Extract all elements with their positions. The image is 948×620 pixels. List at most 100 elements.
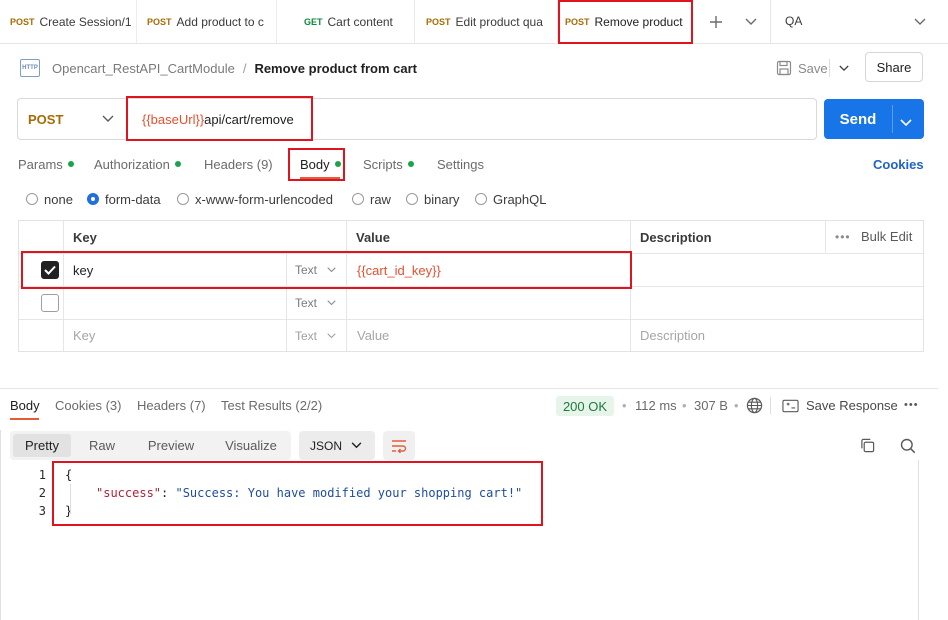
tab-settings[interactable]: Settings [437,155,484,173]
row-checkbox[interactable] [41,294,59,312]
copy-icon[interactable] [860,438,875,456]
breadcrumb: HTTP Opencart_RestAPI_CartModule / Remov… [20,58,417,78]
status-badge[interactable]: 200 OK [556,396,614,416]
wrap-lines-icon[interactable] [383,431,415,460]
panel-edge [0,430,1,620]
view-mode-raw[interactable]: Raw [73,434,131,457]
save-options-chevron-icon[interactable] [836,60,852,76]
view-mode-visualize[interactable]: Visualize [214,434,288,457]
tab-label: Scripts [363,156,403,172]
radio-none[interactable]: none [26,192,73,207]
type-label: Text [295,328,318,343]
tab-authorization[interactable]: Authorization [94,155,181,173]
url-divider [126,107,127,131]
bulk-edit-button[interactable]: Bulk Edit [861,229,912,244]
radio-binary[interactable]: binary [406,192,459,207]
tab-title: Edit product qua [455,14,543,29]
more-options-icon[interactable]: ••• [904,399,919,411]
share-button[interactable]: Share [865,52,923,82]
tab-params[interactable]: Params [18,155,74,173]
type-label: Text [295,263,318,277]
response-time[interactable]: 112 ms [635,398,677,413]
status-dot [334,161,341,167]
page-title[interactable]: Remove product from cart [254,61,417,76]
tab-body[interactable]: Body [300,155,341,173]
row-checkbox[interactable] [41,261,59,279]
json-key: "success" [96,486,162,500]
type-select[interactable]: Text [295,254,336,286]
chevron-down-icon [327,267,336,273]
format-select[interactable]: JSON [299,431,375,460]
send-options-chevron-icon[interactable] [900,115,912,130]
view-mode-preview[interactable]: Preview [137,434,205,457]
search-icon[interactable] [900,438,916,457]
response-tab-cookies[interactable]: Cookies (3) [55,398,121,413]
form-data-table: Key Value Description ••• Bulk Edit key … [18,220,924,352]
tab-scripts[interactable]: Scripts [363,155,414,173]
globe-icon[interactable] [746,397,763,417]
table-divider [630,221,631,351]
response-size[interactable]: 307 B [694,398,728,413]
response-tab-headers[interactable]: Headers (7) [137,398,206,413]
description-input[interactable]: Description [640,320,705,351]
request-tab-add-product[interactable]: POST Add product to c [137,0,277,43]
save-button[interactable]: Save [776,56,828,80]
chevron-down-icon [351,442,362,449]
tab-label: Params [18,156,63,172]
response-tab-test-results[interactable]: Test Results (2/2) [221,398,322,413]
radio-circle [406,193,418,205]
environment-chevron-icon[interactable] [910,12,930,32]
send-button[interactable]: Send [824,99,924,139]
http-request-icon: HTTP [20,59,40,77]
scrollbar[interactable] [918,460,919,620]
table-divider [19,319,923,320]
environment-label[interactable]: QA [785,14,802,28]
value-input[interactable]: Value [357,320,389,351]
plus-icon[interactable] [706,12,726,32]
more-options-icon[interactable]: ••• [835,230,851,244]
send-label: Send [839,110,877,128]
tab-label: Settings [437,156,484,172]
meta-separator: • [734,398,739,413]
request-tab-remove-product[interactable]: POST Remove product [558,0,693,43]
view-mode-pretty[interactable]: Pretty [13,434,71,457]
view-mode-selector: Pretty Raw Preview Visualize [10,431,291,460]
key-cell[interactable]: key [73,254,93,286]
breadcrumb-collection[interactable]: Opencart_RestAPI_CartModule [52,61,235,76]
radio-urlencoded[interactable]: x-www-form-urlencoded [177,191,333,207]
type-select[interactable]: Text [295,320,336,351]
radio-raw[interactable]: raw [352,192,391,207]
url-input[interactable]: {{baseUrl}} api/cart/remove [142,99,294,139]
key-input[interactable]: Key [73,320,95,351]
value-cell[interactable]: {{cart_id_key}} [357,254,441,286]
type-select[interactable]: Text [295,287,336,319]
active-tab-underline [10,418,39,420]
request-tab-edit-product[interactable]: POST Edit product qua [415,0,558,43]
save-response-button[interactable]: Save Response [782,398,898,413]
tab-method-label: POST [10,16,35,27]
breadcrumb-separator: / [242,60,247,76]
column-header-value: Value [356,230,390,245]
tab-title: Cart content [327,14,393,29]
tab-label: Body [300,156,330,172]
radio-circle-selected [87,193,99,205]
response-tab-body[interactable]: Body [10,398,40,413]
table-divider [63,221,64,351]
tab-headers[interactable]: Headers (9) [204,155,273,173]
request-tab-cart-content[interactable]: GET Cart content [277,0,415,43]
cookies-link[interactable]: Cookies [873,155,924,173]
request-tab-create-session[interactable]: POST Create Session/1 [0,0,137,43]
meta-separator: • [622,398,627,413]
table-divider [346,221,347,351]
radio-label: x-www-form-urlencoded [195,191,333,207]
json-open-brace: { [65,468,73,482]
chevron-down-icon[interactable] [741,12,761,32]
radio-graphql[interactable]: GraphQL [475,192,546,207]
chevron-down-icon [327,300,336,306]
table-divider [286,254,287,351]
method-select[interactable]: POST [28,99,136,139]
radio-circle [352,193,364,205]
radio-form-data[interactable]: form-data [87,192,161,207]
tab-method-label: POST [565,16,590,27]
tab-label: Headers (9) [204,156,273,172]
